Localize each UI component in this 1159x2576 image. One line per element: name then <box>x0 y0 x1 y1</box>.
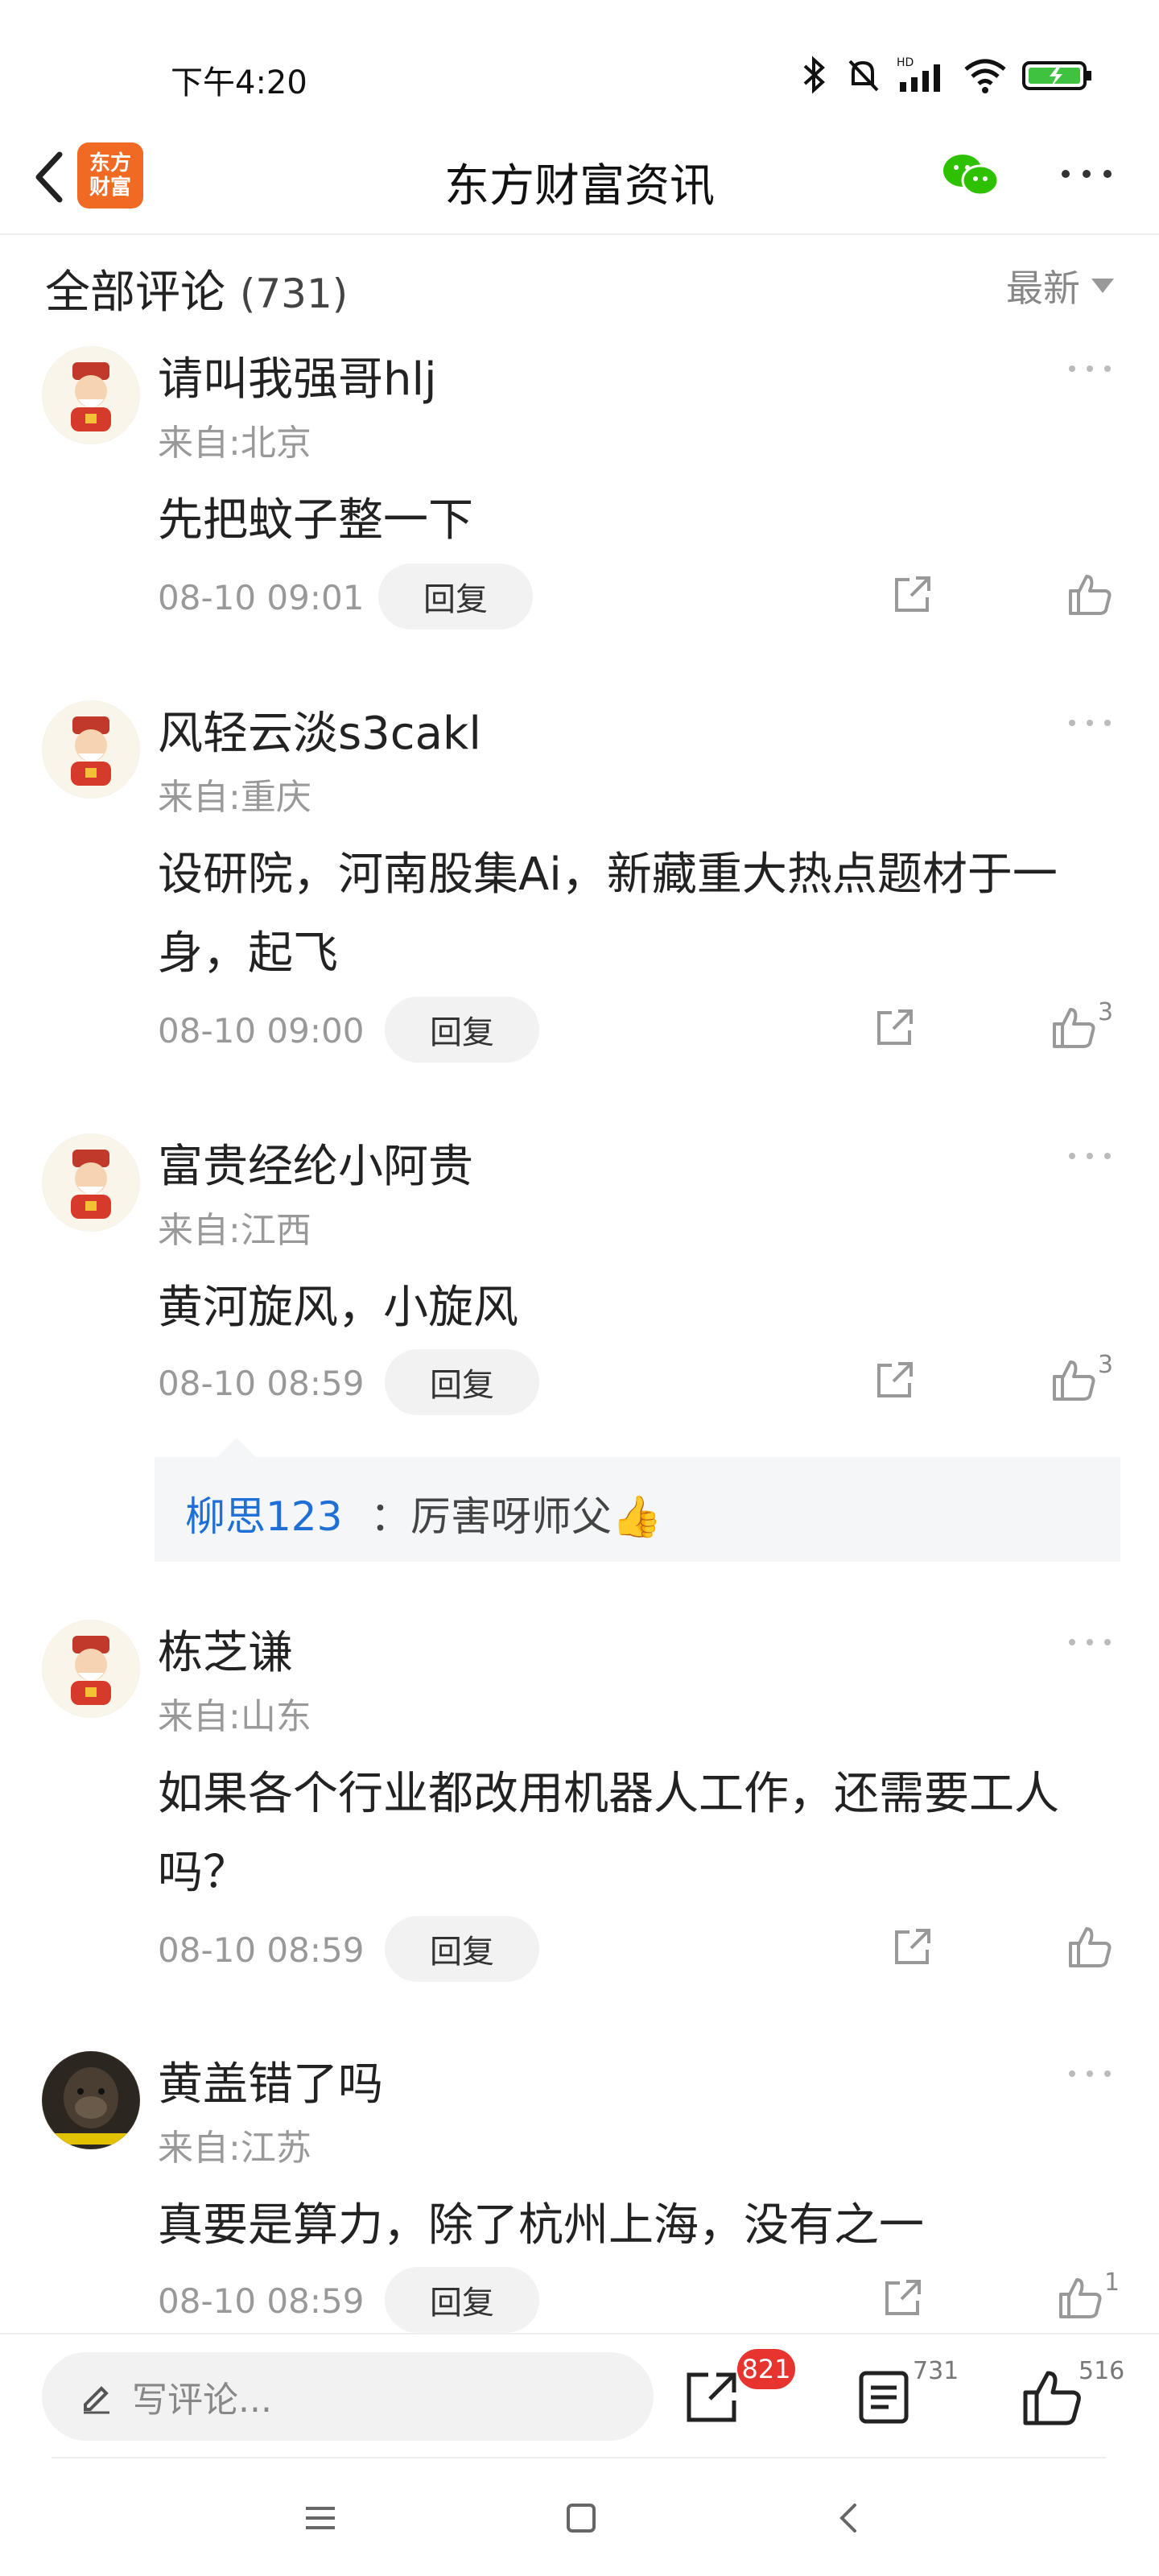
comment-content: 黄河旋风，小旋风 <box>158 1282 518 1334</box>
signal-icon: HD <box>897 56 940 92</box>
comment-location: 来自:江西 <box>158 1210 311 1251</box>
thumbs-up-icon[interactable] <box>1067 1924 1112 1969</box>
like-count: 3 <box>1098 998 1114 1026</box>
sub-reply-text: ：厉害呀师父👍 <box>370 1493 662 1540</box>
app-header: 东方 财富 东方财富资讯 <box>0 121 1159 235</box>
share-icon[interactable] <box>890 1926 934 1969</box>
avatar[interactable] <box>42 1620 140 1718</box>
comment-time: 08-10 08:59 <box>158 2281 365 2321</box>
comment-count: 731 <box>913 2357 959 2385</box>
reply-button[interactable]: 回复 <box>385 1916 539 1982</box>
comment-more-icon[interactable] <box>1066 361 1114 377</box>
reply-button[interactable]: 回复 <box>385 997 539 1063</box>
comment-content: 先把蚊子整一下 <box>158 494 473 547</box>
back-icon[interactable] <box>834 2500 863 2536</box>
status-bar: 下午4:20 HD <box>0 0 1159 121</box>
comments-heading: 全部评论 (731) <box>45 256 348 321</box>
comment-more-icon[interactable] <box>1066 715 1114 731</box>
fortune-god-avatar-icon <box>43 347 139 444</box>
sub-reply-username[interactable]: 柳思123 <box>185 1484 342 1542</box>
sub-reply-pointer <box>217 1438 256 1457</box>
fortune-god-avatar-icon <box>43 701 139 798</box>
comment-content: 真要是算力，除了杭州上海，没有之一 <box>158 2199 924 2252</box>
comment-time: 08-10 08:59 <box>158 1364 365 1403</box>
write-comment-input[interactable]: 写评论... <box>42 2352 654 2441</box>
divider <box>52 2457 1106 2458</box>
comment-list-icon[interactable] <box>853 2367 914 2428</box>
menu-icon[interactable] <box>303 2502 338 2534</box>
share-icon[interactable] <box>872 1359 916 1402</box>
reply-button[interactable]: 回复 <box>385 1349 539 1415</box>
comment-location: 来自:北京 <box>158 423 311 464</box>
comment-location: 来自:重庆 <box>158 777 311 818</box>
svg-text:HD: HD <box>897 56 914 69</box>
reply-button[interactable]: 回复 <box>385 2267 539 2333</box>
bluetooth-icon <box>803 56 825 94</box>
comment-more-icon[interactable] <box>1066 1148 1114 1164</box>
avatar[interactable] <box>42 1133 140 1232</box>
avatar[interactable] <box>42 700 140 799</box>
bottom-action-bar: 写评论... 821 731 516 <box>0 2333 1159 2463</box>
fortune-god-avatar-icon <box>43 1134 139 1231</box>
more-options-icon[interactable] <box>1054 158 1119 190</box>
comment-content: 如果各个行业都改用机器人工作，还需要工人吗？ <box>158 1768 1059 1899</box>
comment-more-icon[interactable] <box>1066 2066 1114 2082</box>
write-comment-placeholder: 写评论... <box>132 2380 272 2421</box>
comment-location: 来自:山东 <box>158 1696 311 1737</box>
like-count: 1 <box>1104 2268 1120 2297</box>
sort-label: 最新 <box>1006 266 1080 310</box>
wechat-icon[interactable] <box>940 150 1001 201</box>
comment-username[interactable]: 富贵经纶小阿贵 <box>158 1130 473 1195</box>
share-icon[interactable] <box>890 573 934 617</box>
reply-button[interactable]: 回复 <box>378 564 533 630</box>
share-icon[interactable] <box>872 1006 916 1050</box>
dropdown-triangle-icon <box>1091 279 1114 293</box>
comment-content: 设研院，河南股集Ai，新藏重大热点题材于一身，起飞 <box>158 848 1058 980</box>
sub-reply[interactable]: 柳思123 ：厉害呀师父👍 <box>155 1438 1120 1562</box>
share-icon[interactable] <box>881 2277 924 2320</box>
comments-heading-count: (731) <box>239 270 349 317</box>
comment-time: 08-10 08:59 <box>158 1930 365 1970</box>
avatar[interactable] <box>42 346 140 444</box>
avatar[interactable] <box>42 2051 140 2149</box>
comment-location: 来自:江苏 <box>158 2128 311 2169</box>
comments-heading-label: 全部评论 <box>45 266 225 319</box>
mute-bell-icon <box>848 60 879 92</box>
share-count-badge: 821 <box>737 2349 795 2389</box>
status-icons: HD <box>800 55 1095 95</box>
comment-time: 08-10 09:00 <box>158 1011 365 1051</box>
sort-dropdown[interactable]: 最新 <box>1006 259 1114 312</box>
thumbs-up-icon[interactable] <box>1067 572 1112 617</box>
wifi-icon <box>964 59 1006 93</box>
comment-username[interactable]: 请叫我强哥hlj <box>158 343 437 408</box>
status-time: 下午4:20 <box>171 64 307 101</box>
share-icon[interactable] <box>681 2367 742 2428</box>
comment-time: 08-10 09:01 <box>158 578 365 617</box>
pen-icon <box>84 2386 109 2414</box>
like-count: 3 <box>1098 1351 1114 1379</box>
gorilla-avatar-icon <box>43 2052 139 2149</box>
home-icon[interactable] <box>565 2502 597 2534</box>
battery-icon <box>1022 61 1091 90</box>
thumbs-up-icon[interactable] <box>1058 2275 1103 2320</box>
comment-username[interactable]: 栋芝谦 <box>158 1616 293 1682</box>
fortune-god-avatar-icon <box>43 1620 139 1717</box>
comment-username[interactable]: 黄盖错了吗 <box>158 2048 383 2113</box>
thumbs-up-icon[interactable] <box>1051 1005 1096 1050</box>
comment-more-icon[interactable] <box>1066 1634 1114 1650</box>
system-nav-bar <box>0 2463 1159 2576</box>
thumbs-up-icon[interactable] <box>1051 1357 1096 1402</box>
thumbs-up-icon[interactable] <box>1021 2367 1082 2428</box>
comment-username[interactable]: 风轻云淡s3cakl <box>158 697 481 762</box>
like-count: 516 <box>1079 2357 1125 2385</box>
